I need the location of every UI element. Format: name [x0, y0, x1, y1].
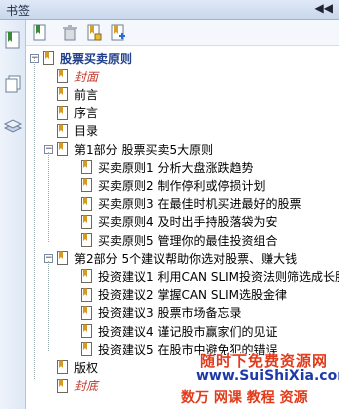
bookmark-item[interactable]: − 股票买卖原则: [30, 49, 132, 67]
bookmark-label: 股票买卖原则: [60, 51, 133, 66]
pages-panel-icon[interactable]: [3, 74, 23, 94]
bookmark-toolbar: [26, 20, 339, 46]
bookmark-icon: [57, 378, 68, 393]
delete-bookmark-icon[interactable]: [60, 23, 80, 43]
bookmark-options-icon[interactable]: [30, 23, 50, 43]
bookmark-item[interactable]: − 第2部分 5个建议帮助你选对股票、赚大钱: [44, 249, 297, 267]
bookmark-icon: [81, 305, 92, 320]
new-bookmark-icon[interactable]: [84, 23, 104, 43]
bookmark-icon: [57, 360, 68, 375]
panel-title: 书签: [6, 4, 31, 18]
collapse-panel-icon[interactable]: ◀◀: [315, 1, 333, 15]
bookmark-icon: [81, 178, 92, 193]
tree-guide-line: [48, 261, 49, 352]
bookmark-icon: [57, 105, 68, 120]
bookmark-icon: [81, 214, 92, 229]
bookmark-icon: [81, 233, 92, 247]
bookmark-label: 买卖原则1 分析大盘涨跌趋势: [98, 160, 254, 175]
bookmark-icon: [57, 123, 68, 138]
bookmark-label: 投资建议3 股票市场备忘录: [98, 306, 242, 321]
bookmark-item[interactable]: 投资建议1 利用CAN SLIM投资法则筛选成长股: [68, 267, 339, 285]
bookmark-item[interactable]: − 第1部分 股票买卖5大原则: [44, 140, 213, 158]
bookmark-icon: [43, 51, 54, 65]
bookmark-item[interactable]: 序言: [44, 104, 98, 122]
bookmark-icon: [81, 196, 92, 211]
bookmark-label: 封底: [74, 379, 99, 394]
bookmark-item[interactable]: 投资建议2 掌握CAN SLIM选股金律: [68, 286, 287, 304]
bookmark-item[interactable]: 投资建议3 股票市场备忘录: [68, 304, 241, 322]
bookmark-label: 前言: [74, 87, 99, 102]
bookmark-icon: [57, 87, 68, 102]
bookmark-item[interactable]: 买卖原则5 管理你的最佳投资组合: [68, 231, 277, 249]
bookmark-item[interactable]: 买卖原则1 分析大盘涨跌趋势: [68, 158, 253, 176]
bookmark-label: 目录: [74, 124, 99, 139]
bookmark-item[interactable]: 前言: [44, 85, 98, 103]
bookmark-label: 封面: [74, 69, 99, 84]
bookmark-icon: [81, 342, 92, 357]
bookmark-icon: [81, 287, 92, 302]
bookmark-icon: [81, 269, 92, 284]
bookmark-item[interactable]: 目录: [44, 122, 98, 140]
bookmark-item[interactable]: 封底: [44, 377, 98, 395]
bookmark-label: 买卖原则2 制作停利或停损计划: [98, 178, 266, 193]
bookmark-item[interactable]: 封面: [44, 67, 98, 85]
bookmark-label: 买卖原则4 及时出手持股落袋为安: [98, 215, 278, 230]
bookmark-icon: [57, 251, 68, 266]
bookmark-label: 投资建议4 谨记股市赢家们的见证: [98, 324, 278, 339]
bookmark-item[interactable]: 买卖原则3 在最佳时机买进最好的股票: [68, 195, 301, 213]
layers-panel-icon[interactable]: [3, 116, 23, 136]
watermark-line-2: www.SuiShiXia.com: [196, 368, 339, 384]
bookmark-label: 买卖原则3 在最佳时机买进最好的股票: [98, 197, 302, 212]
bookmark-item[interactable]: 买卖原则4 及时出手持股落袋为安: [68, 213, 277, 231]
expand-bookmark-icon[interactable]: [108, 23, 128, 43]
bookmark-label: 投资建议1 利用CAN SLIM投资法则筛选成长股: [98, 269, 339, 284]
bookmark-label: 第2部分 5个建议帮助你选对股票、赚大钱: [74, 251, 298, 266]
bookmark-item[interactable]: 买卖原则2 制作停利或停损计划: [68, 176, 265, 194]
bookmark-label: 版权: [74, 360, 99, 375]
navigation-rail: [0, 20, 26, 409]
bookmark-icon: [57, 142, 68, 156]
watermark-line-3: 数万 网课 教程 资源: [181, 390, 308, 406]
bookmark-label: 序言: [74, 106, 99, 121]
bookmark-label: 买卖原则5 管理你的最佳投资组合: [98, 233, 278, 248]
tree-guide-line: [34, 58, 35, 379]
bookmark-item[interactable]: 版权: [44, 358, 98, 376]
tree-guide-line: [48, 152, 49, 242]
bookmark-icon: [81, 324, 92, 338]
bookmark-icon: [81, 160, 92, 175]
bookmark-icon: [57, 69, 68, 84]
bookmarks-panel-icon[interactable]: [3, 30, 23, 50]
bookmark-label: 第1部分 股票买卖5大原则: [74, 142, 214, 157]
bookmarks-panel-header: 书签 ◀◀: [0, 0, 339, 20]
bookmark-label: 投资建议2 掌握CAN SLIM选股金律: [98, 288, 288, 303]
bookmark-item[interactable]: 投资建议4 谨记股市赢家们的见证: [68, 322, 277, 340]
